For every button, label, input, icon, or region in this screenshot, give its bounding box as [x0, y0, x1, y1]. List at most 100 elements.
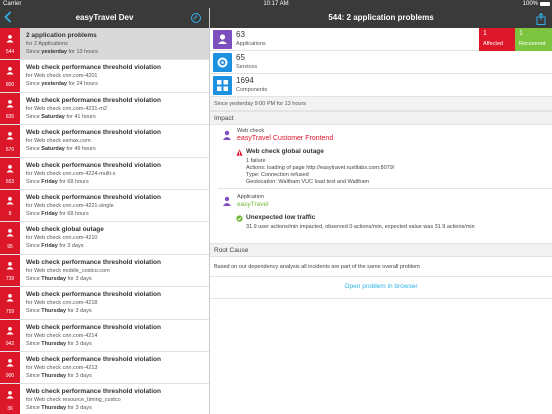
problem-list-item[interactable]: 759 Web check performance threshold viola… [0, 287, 209, 320]
problem-list-item[interactable]: 653 Web check performance threshold viola… [0, 157, 209, 190]
affected-tile[interactable]: 1 Affected [479, 28, 515, 51]
problem-id: 800 [5, 81, 15, 88]
problem-list-item[interactable]: 800 Web check performance threshold viola… [0, 60, 209, 93]
problem-subtitle: for Web check cnn.com-4210 [26, 235, 98, 242]
since-day: Friday [41, 210, 58, 217]
problem-title: Web check performance threshold violatio… [26, 388, 161, 396]
since-duration: for 41 hours [66, 113, 96, 120]
problem-list-item[interactable]: 8 Web check performance threshold violati… [0, 189, 209, 223]
web-check-name[interactable]: easyTravel Customer Frontend [237, 135, 333, 142]
problem-detail-title: 544: 2 application problems [328, 13, 434, 22]
problem-subtitle: for 2 Applications [26, 41, 68, 47]
problem-id: 759 [5, 308, 15, 315]
applications-label: Applications [236, 41, 266, 47]
components-count: 1694 [236, 76, 254, 85]
impact-header: Impact [210, 111, 552, 125]
recovered-tile[interactable]: 1 Recovered [515, 28, 552, 51]
since-day: Thursday [41, 372, 67, 379]
problem-badge: 653 [0, 157, 20, 189]
problem-list-item[interactable]: 544 2 application problems for 2 Applicati… [0, 28, 209, 61]
since-duration: for 3 days [67, 275, 92, 282]
components-icon [213, 76, 232, 95]
clock: 10:17 AM [263, 1, 289, 7]
battery-percent: 100% [522, 1, 538, 7]
since-day: Saturday [41, 113, 65, 120]
status-bar: Carrier 10:17 AM 100% [0, 0, 552, 8]
since-day: Friday [41, 178, 58, 185]
since-prefix: Since [26, 275, 40, 282]
problem-title: Web check performance threshold violatio… [26, 129, 161, 137]
problem-title: Web check performance threshold violatio… [26, 96, 161, 104]
root-cause-divider [210, 276, 552, 277]
since-prefix: Since [26, 113, 40, 120]
summary-components[interactable]: 1694 Components [210, 74, 552, 97]
problem-subtitle: for Web check cnn.com-4218 [26, 300, 98, 307]
problem-list-item[interactable]: 900 Web check performance threshold viola… [0, 351, 209, 385]
since-duration: for 3 days [59, 243, 84, 250]
problem-list-item[interactable]: 670 Web check performance threshold viola… [0, 125, 209, 158]
share-button[interactable] [536, 12, 546, 25]
problem-list-item[interactable]: 36 Web check performance threshold violat… [0, 384, 209, 414]
battery-icon [540, 2, 550, 6]
web-check-detail-4: Geolocation: Waltham VUC load test and W… [246, 179, 370, 185]
problem-title: Web check performance threshold violatio… [26, 258, 161, 266]
problem-since: Since Thursday for 3 days [26, 275, 205, 283]
problem-list-item[interactable]: 835 Web check performance threshold viola… [0, 92, 209, 126]
affected-label: Affected [483, 41, 504, 47]
impact-application[interactable]: Application easyTravel Unexpected low tr… [210, 191, 552, 241]
problem-duration: Since yesterday 9:00 PM for 13 hours [210, 97, 552, 111]
application-name[interactable]: easyTravel [237, 201, 269, 208]
problem-badge: 36 [0, 384, 20, 414]
problem-id: 36 [7, 405, 13, 412]
since-duration: for 49 hours [66, 146, 96, 153]
since-prefix: Since [26, 340, 40, 347]
web-check-type-label: Web check [237, 128, 265, 134]
problem-list-item[interactable]: 942 Web check performance threshold viola… [0, 319, 209, 352]
problem-badge: 835 [0, 92, 20, 125]
since-duration: for 3 days [67, 308, 92, 315]
summary-services[interactable]: 65 Services [210, 51, 552, 74]
problem-subtitle: for Web check cnn.com-4201 [26, 73, 98, 80]
problem-id: 544 [5, 49, 15, 56]
person-icon [6, 358, 14, 367]
problem-title: Web check performance threshold violatio… [26, 161, 161, 169]
impact-divider [218, 188, 552, 189]
person-icon [6, 229, 14, 237]
problem-since: Since yesterday for 24 hours [26, 80, 205, 88]
person-icon [223, 196, 231, 206]
services-label: Services [236, 64, 258, 70]
problem-since: Since yesterday for 13 hours [26, 48, 205, 56]
since-duration: for 3 days [67, 340, 92, 347]
open-in-browser-link[interactable]: Open problem in browser [210, 283, 552, 290]
recovered-label: Recovered [519, 41, 546, 47]
problem-badge: 759 [0, 287, 20, 319]
problem-title: Web check performance threshold violatio… [26, 193, 161, 201]
person-icon [6, 326, 14, 335]
problem-list-item[interactable]: 739 Web check performance threshold viola… [0, 254, 209, 288]
root-cause-header: Root Cause [210, 243, 552, 257]
summary-applications[interactable]: 63 Applications 1 Affected 1 Recovered [210, 28, 552, 51]
share-icon [536, 12, 546, 25]
right-nav-bar: 544: 2 application problems [210, 8, 552, 28]
web-check-detail-2: Actions: loading of page http://easytrav… [246, 165, 395, 171]
problem-list-item[interactable]: 95 Web check global outage for Web check c… [0, 222, 209, 255]
person-icon [6, 99, 14, 108]
compass-icon[interactable] [191, 13, 201, 23]
left-nav-bar: easyTravel Dev [0, 8, 209, 28]
since-day: Thursday [41, 405, 67, 412]
web-check-detail-3: Type: Connection refused [246, 172, 309, 178]
problem-since: Since Friday for 68 hours [26, 210, 205, 218]
problem-list[interactable]: 544 2 application problems for 2 Applicati… [0, 28, 209, 414]
since-day: Friday [41, 243, 58, 250]
problem-since: Since Thursday for 3 days [26, 307, 205, 315]
since-prefix: Since [26, 210, 40, 217]
problem-since: Since Saturday for 41 hours [26, 113, 205, 121]
problem-subtitle: for Web check esmax.com [26, 138, 91, 145]
root-cause-text: Based on our dependency analysis all inc… [214, 264, 420, 270]
since-prefix: Since [26, 49, 40, 55]
problem-subtitle: for Web check cnn.com-4221-single [26, 202, 114, 209]
person-icon [6, 132, 14, 140]
problem-title: Web check global outage [26, 226, 104, 234]
problem-subtitle: for Web check mobile_costco.com [26, 267, 110, 274]
since-prefix: Since [26, 178, 40, 185]
